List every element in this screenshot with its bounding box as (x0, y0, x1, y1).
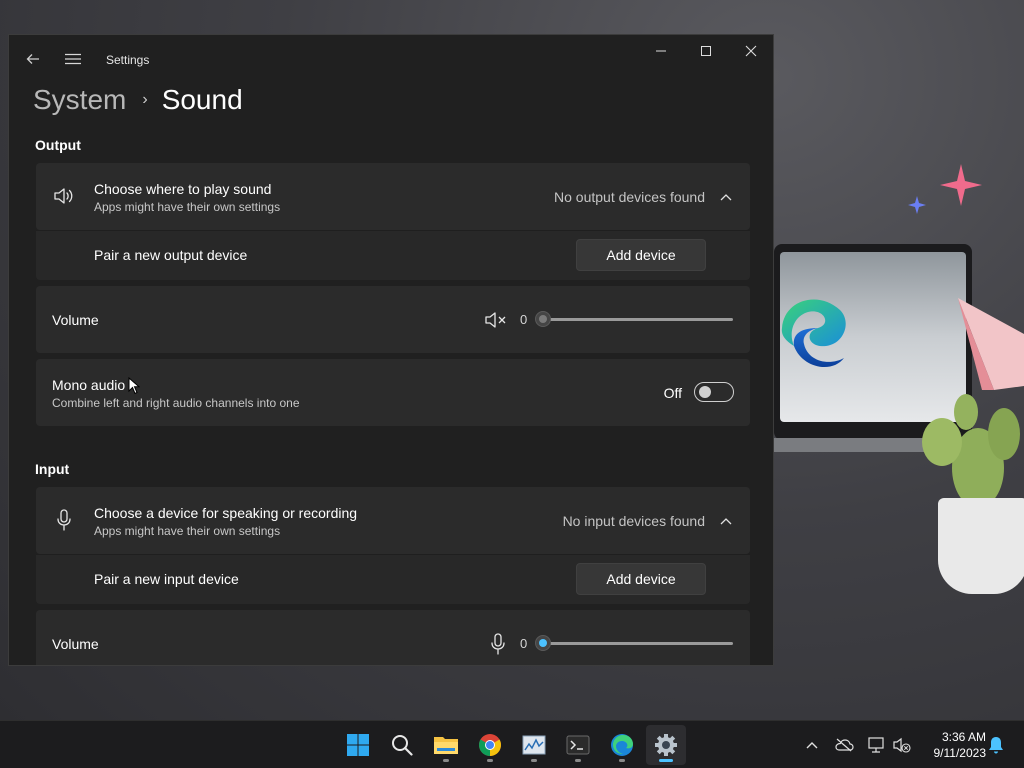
taskbar-edge[interactable] (602, 725, 642, 765)
taskbar-clock[interactable]: 3:36 AM 9/11/2023 (916, 729, 987, 761)
onedrive-tray-button[interactable] (834, 735, 854, 755)
input-device-expander[interactable]: Choose a device for speaking or recordin… (36, 487, 750, 554)
app-title: Settings (106, 53, 150, 67)
pair-output-label: Pair a new output device (94, 247, 248, 263)
show-hidden-icons-button[interactable] (802, 735, 822, 755)
start-button[interactable] (338, 725, 378, 765)
microphone-icon (52, 508, 76, 532)
taskbar-settings[interactable] (646, 725, 686, 765)
sparkle-blue-icon (908, 196, 926, 214)
microphone-icon[interactable] (486, 632, 510, 656)
chevron-up-icon (720, 518, 732, 525)
taskbar-terminal[interactable] (558, 725, 598, 765)
mono-audio-subtitle: Combine left and right audio channels in… (52, 396, 300, 410)
title-bar: Settings (9, 35, 773, 81)
minimize-icon (656, 50, 666, 52)
notifications-button[interactable] (986, 735, 1006, 755)
breadcrumb-separator: › (142, 91, 148, 108)
gear-icon (655, 734, 677, 756)
breadcrumb-system-link[interactable]: System (33, 84, 126, 116)
minimize-button[interactable] (647, 37, 675, 65)
network-tray-button[interactable] (866, 735, 886, 755)
speaker-muted-icon (893, 737, 911, 753)
taskbar: 3:36 AM 9/11/2023 (0, 720, 1024, 768)
search-button[interactable] (382, 725, 422, 765)
desktop-wallpaper (764, 160, 1024, 610)
output-volume-slider[interactable] (535, 311, 733, 327)
wallpaper-edge-logo (781, 299, 846, 368)
taskbar-file-explorer[interactable] (426, 725, 466, 765)
input-device-title: Choose a device for speaking or recordin… (94, 505, 358, 521)
input-expander-toggle[interactable] (718, 513, 734, 529)
pair-input-label: Pair a new input device (94, 571, 239, 587)
sparkle-pink-icon (940, 164, 982, 206)
output-expander-toggle[interactable] (718, 189, 734, 205)
mono-audio-state: Off (663, 385, 682, 401)
network-icon (868, 737, 884, 753)
input-volume-row: Volume 0 (36, 610, 750, 665)
arrow-left-icon (26, 54, 39, 64)
speaker-icon (52, 184, 76, 208)
close-button[interactable] (737, 37, 765, 65)
maximize-icon (701, 46, 711, 56)
output-device-status: No output devices found (554, 189, 705, 205)
input-section-title: Input (35, 461, 70, 477)
output-section-title: Output (35, 137, 81, 153)
add-input-device-button[interactable]: Add device (576, 563, 706, 595)
clock-date: 9/11/2023 (933, 746, 987, 760)
output-volume-thumb[interactable] (535, 311, 551, 327)
resource-monitor-icon (522, 735, 546, 755)
chevron-up-icon (806, 742, 818, 749)
mono-audio-toggle[interactable] (694, 382, 734, 402)
navigation-menu-button[interactable] (59, 45, 87, 73)
output-device-expander[interactable]: Choose where to play sound Apps might ha… (36, 163, 750, 230)
output-device-title: Choose where to play sound (94, 181, 272, 197)
windows-logo-icon (347, 734, 369, 756)
output-device-subtitle: Apps might have their own settings (94, 200, 281, 214)
edge-icon (611, 734, 633, 756)
mono-audio-row: Mono audio Combine left and right audio … (36, 359, 750, 426)
chrome-icon (479, 734, 501, 756)
input-volume-slider[interactable] (535, 635, 733, 651)
taskbar-chrome[interactable] (470, 725, 510, 765)
pair-input-row: Pair a new input device Add device (36, 555, 750, 604)
maximize-button[interactable] (692, 37, 720, 65)
mono-audio-title: Mono audio (52, 377, 126, 393)
toggle-knob (699, 386, 711, 398)
hamburger-icon (65, 53, 81, 65)
back-button[interactable] (19, 45, 47, 73)
clock-time: 3:36 AM (941, 730, 986, 744)
input-volume-value: 0 (520, 636, 528, 651)
input-device-status: No input devices found (562, 513, 705, 529)
page-title: Sound (161, 84, 243, 115)
add-output-device-button[interactable]: Add device (576, 239, 706, 271)
close-icon (745, 45, 757, 57)
output-volume-value: 0 (520, 312, 528, 327)
cloud-offline-icon (835, 738, 854, 752)
output-volume-row: Volume 0 (36, 286, 750, 353)
volume-tray-button[interactable] (892, 735, 912, 755)
terminal-icon (566, 735, 590, 755)
breadcrumb: System › Sound (33, 82, 243, 118)
pair-output-row: Pair a new output device Add device (36, 231, 750, 280)
chevron-up-icon (720, 194, 732, 201)
bell-icon (989, 737, 1003, 754)
speaker-muted-icon[interactable] (484, 308, 508, 332)
input-volume-label: Volume (52, 636, 99, 652)
folder-icon (434, 737, 458, 754)
wallpaper-cone (958, 298, 1024, 390)
settings-window: Settings System › Sound Output Choose wh… (8, 34, 774, 666)
wallpaper-plant (908, 390, 1024, 606)
search-icon (392, 735, 413, 756)
input-device-subtitle: Apps might have their own settings (94, 524, 281, 538)
input-volume-thumb[interactable] (535, 635, 551, 651)
mouse-cursor-icon (128, 377, 140, 395)
output-volume-label: Volume (52, 312, 99, 328)
taskbar-resource-monitor[interactable] (514, 725, 554, 765)
